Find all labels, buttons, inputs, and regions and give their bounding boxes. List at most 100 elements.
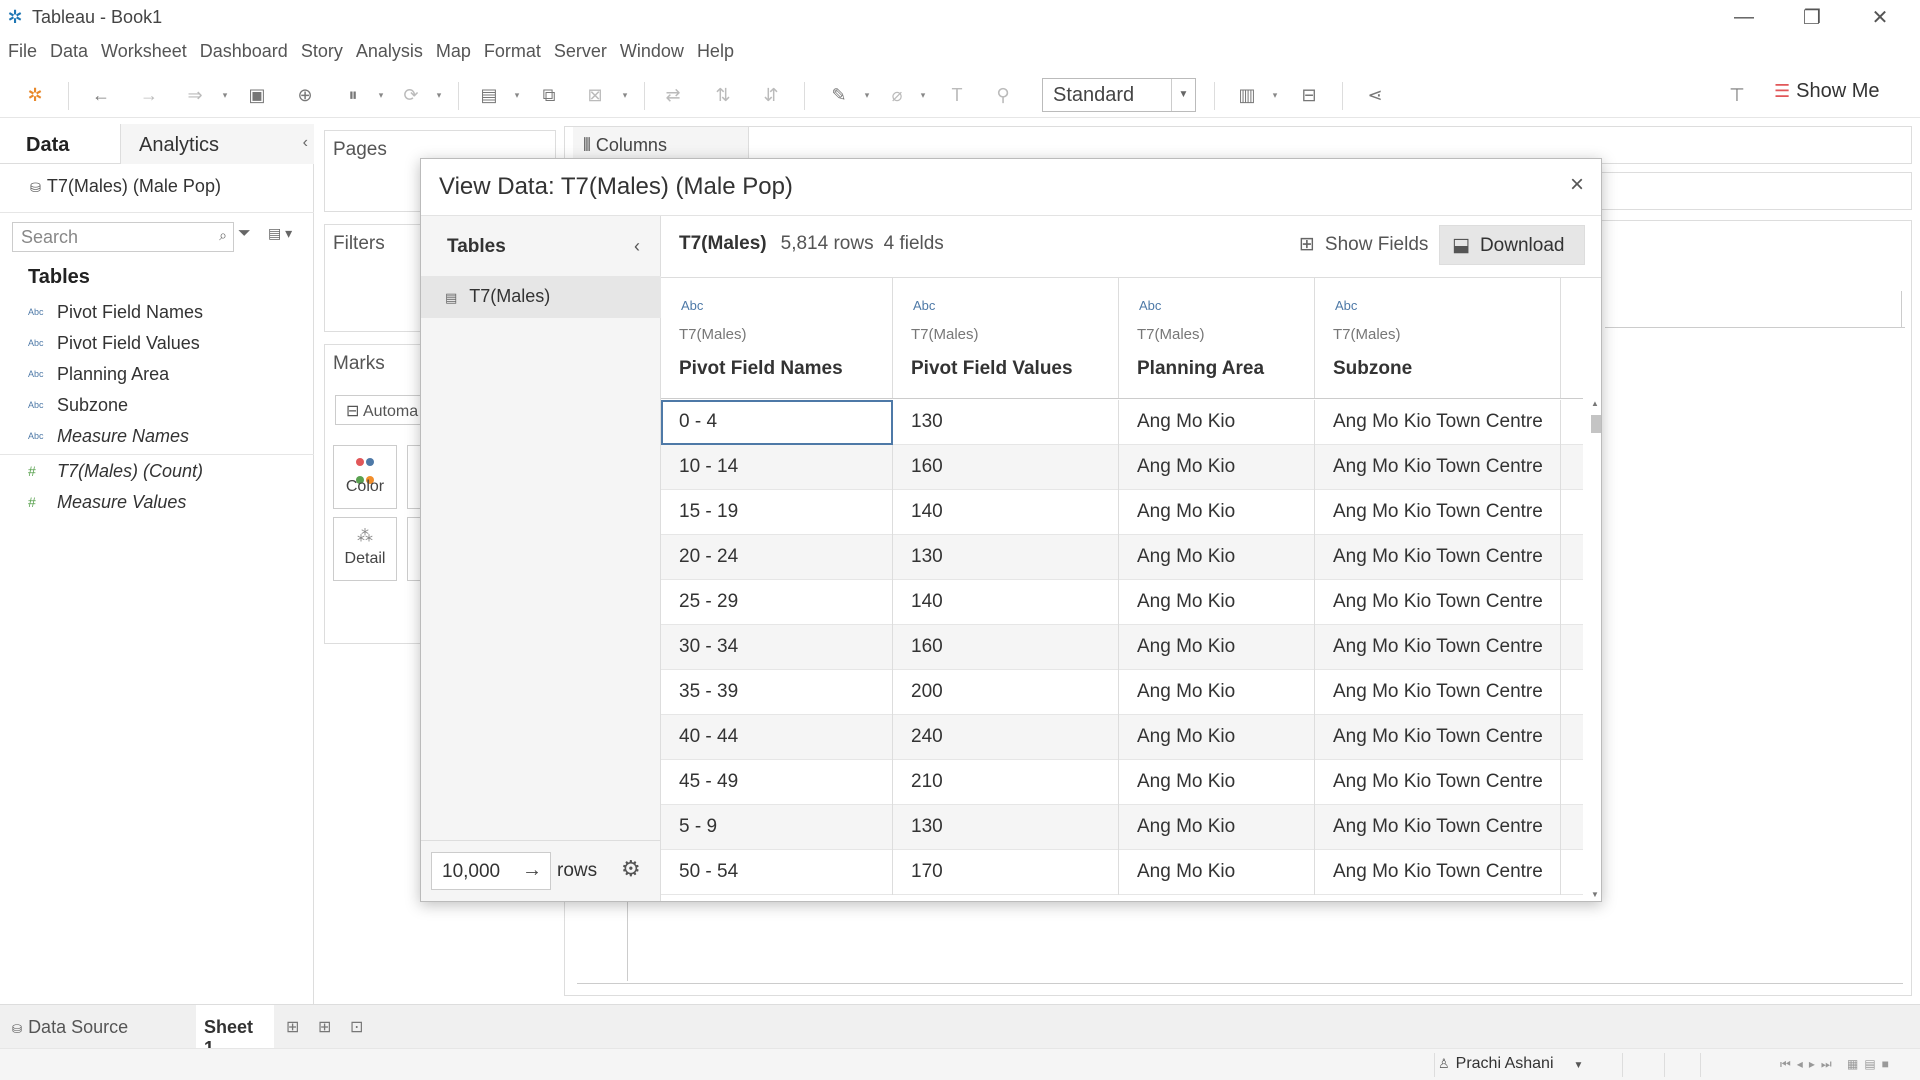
table-cell[interactable]: 25 - 29	[661, 580, 893, 625]
field-measure-names[interactable]: Abc Measure Names	[28, 424, 189, 448]
menu-story[interactable]: Story	[301, 41, 343, 62]
new-data-source-icon[interactable]: ⊕	[292, 82, 318, 108]
table-cell[interactable]: Ang Mo Kio	[1119, 805, 1315, 850]
table-cell[interactable]: Ang Mo Kio Town Centre	[1315, 535, 1561, 580]
undo-icon[interactable]: ←	[88, 82, 114, 108]
table-cell[interactable]: Ang Mo Kio Town Centre	[1315, 580, 1561, 625]
swap-rows-columns-icon[interactable]: ⇄	[660, 82, 686, 108]
close-window-icon[interactable]: ✕	[1846, 0, 1914, 34]
new-dashboard-tab-icon[interactable]: ⊞	[318, 1017, 331, 1037]
table-cell[interactable]: 50 - 54	[661, 850, 893, 895]
rows-limit-input[interactable]: 10,000 →	[431, 852, 551, 890]
fit-select[interactable]: Standard ▼	[1042, 78, 1196, 112]
gear-icon[interactable]: ⚙	[621, 856, 641, 882]
new-story-tab-icon[interactable]: ⊡	[350, 1017, 363, 1037]
column-header[interactable]: Abc T7(Males) Subzone	[1315, 278, 1561, 398]
table-cell[interactable]: Ang Mo Kio	[1119, 445, 1315, 490]
menu-dashboard[interactable]: Dashboard	[200, 41, 288, 62]
duplicate-icon[interactable]: ⧉	[536, 82, 562, 108]
menu-worksheet[interactable]: Worksheet	[101, 41, 187, 62]
table-cell[interactable]: 40 - 44	[661, 715, 893, 760]
field-count[interactable]: # T7(Males) (Count)	[28, 459, 203, 483]
vertical-scrollbar[interactable]: ▲ ▼	[1589, 399, 1601, 899]
menu-file[interactable]: File	[8, 41, 37, 62]
table-cell[interactable]: Ang Mo Kio	[1119, 625, 1315, 670]
color-button[interactable]: Color	[333, 445, 397, 509]
collapse-pane-icon[interactable]: ‹	[303, 134, 308, 152]
table-cell[interactable]: 5 - 9	[661, 805, 893, 850]
table-cell[interactable]: 20 - 24	[661, 535, 893, 580]
table-cell[interactable]: 130	[893, 400, 1119, 445]
table-cell[interactable]: Ang Mo Kio	[1119, 490, 1315, 535]
download-button[interactable]: ⬓ Download	[1439, 225, 1585, 265]
table-cell[interactable]: Ang Mo Kio	[1119, 850, 1315, 895]
field-planning-area[interactable]: Abc Planning Area	[28, 362, 169, 386]
table-cell[interactable]: 210	[893, 760, 1119, 805]
view-options-icon[interactable]: ▤ ▾	[268, 225, 292, 242]
data-source-tab[interactable]: ⛁ Data Source	[12, 1017, 128, 1038]
apply-arrow-icon[interactable]: →	[522, 859, 542, 882]
close-icon[interactable]: ×	[1563, 171, 1591, 199]
sheet-navigation-icons[interactable]: ⏮◂▸⏭ ▦▤■	[1780, 1057, 1895, 1072]
table-cell[interactable]: 35 - 39	[661, 670, 893, 715]
highlight-dropdown-icon[interactable]: ▾	[862, 82, 872, 108]
presentation-mode-icon[interactable]: ⊟	[1296, 82, 1322, 108]
refresh-dropdown-icon[interactable]: ▾	[434, 82, 444, 108]
table-cell[interactable]: Ang Mo Kio	[1119, 400, 1315, 445]
table-cell[interactable]: 45 - 49	[661, 760, 893, 805]
table-cell[interactable]: 160	[893, 625, 1119, 670]
table-cell[interactable]: 10 - 14	[661, 445, 893, 490]
table-cell[interactable]: 140	[893, 580, 1119, 625]
table-cell[interactable]: Ang Mo Kio	[1119, 535, 1315, 580]
replay-icon[interactable]: ⇒	[182, 82, 208, 108]
field-measure-values[interactable]: # Measure Values	[28, 490, 186, 514]
group-members-icon[interactable]: ⌀	[884, 82, 910, 108]
clear-sheet-icon[interactable]: ⊠	[582, 82, 608, 108]
tab-analytics[interactable]: Analytics ‹	[120, 124, 314, 164]
show-labels-icon[interactable]: T	[944, 82, 970, 108]
tableau-start-icon[interactable]: ✲	[22, 82, 48, 108]
field-search-input[interactable]: Search ⌕	[12, 222, 234, 252]
table-cell[interactable]: Ang Mo Kio Town Centre	[1315, 670, 1561, 715]
table-cell[interactable]: Ang Mo Kio Town Centre	[1315, 760, 1561, 805]
table-cell[interactable]: Ang Mo Kio Town Centre	[1315, 625, 1561, 670]
redo-icon[interactable]: →	[136, 82, 162, 108]
table-cell[interactable]: 140	[893, 490, 1119, 535]
sort-ascending-icon[interactable]: ⇅	[710, 82, 736, 108]
menu-data[interactable]: Data	[50, 41, 88, 62]
table-item[interactable]: ▤ T7(Males)	[421, 276, 661, 318]
clear-dropdown-icon[interactable]: ▾	[620, 82, 630, 108]
refresh-icon[interactable]: ⟳	[398, 82, 424, 108]
column-header[interactable]: Abc T7(Males) Pivot Field Values	[893, 278, 1119, 398]
minimize-icon[interactable]: —	[1710, 0, 1778, 34]
collapse-panel-icon[interactable]: ‹	[634, 236, 640, 257]
scroll-up-icon[interactable]: ▲	[1591, 399, 1599, 408]
highlight-icon[interactable]: ✎	[826, 82, 852, 108]
menu-map[interactable]: Map	[436, 41, 471, 62]
group-dropdown-icon[interactable]: ▾	[918, 82, 928, 108]
new-worksheet-dropdown-icon[interactable]: ▾	[512, 82, 522, 108]
share-icon[interactable]: ⋖	[1362, 82, 1388, 108]
menu-server[interactable]: Server	[554, 41, 607, 62]
table-cell[interactable]: 15 - 19	[661, 490, 893, 535]
table-cell[interactable]: Ang Mo Kio	[1119, 760, 1315, 805]
table-cell[interactable]: Ang Mo Kio Town Centre	[1315, 715, 1561, 760]
table-cell[interactable]: Ang Mo Kio Town Centre	[1315, 400, 1561, 445]
table-cell[interactable]: Ang Mo Kio Town Centre	[1315, 490, 1561, 535]
table-cell[interactable]: 200	[893, 670, 1119, 715]
pause-updates-icon[interactable]: ⏸	[340, 82, 366, 108]
show-me-button[interactable]: ☰ Show Me	[1774, 80, 1880, 103]
column-header[interactable]: Abc T7(Males) Planning Area	[1119, 278, 1315, 398]
filter-icon[interactable]: ⏷	[238, 225, 251, 243]
user-menu[interactable]: ♙ Prachi Ashani ▼	[1438, 1055, 1583, 1073]
table-cell[interactable]: 30 - 34	[661, 625, 893, 670]
scroll-down-icon[interactable]: ▼	[1591, 890, 1599, 899]
table-cell[interactable]: Ang Mo Kio	[1119, 670, 1315, 715]
save-icon[interactable]: ▣	[244, 82, 270, 108]
replay-dropdown-icon[interactable]: ▾	[220, 82, 230, 108]
table-cell[interactable]: 240	[893, 715, 1119, 760]
menu-format[interactable]: Format	[484, 41, 541, 62]
column-header[interactable]: Abc T7(Males) Pivot Field Names	[661, 278, 893, 398]
table-cell[interactable]: 0 - 4	[661, 400, 893, 445]
menu-window[interactable]: Window	[620, 41, 684, 62]
